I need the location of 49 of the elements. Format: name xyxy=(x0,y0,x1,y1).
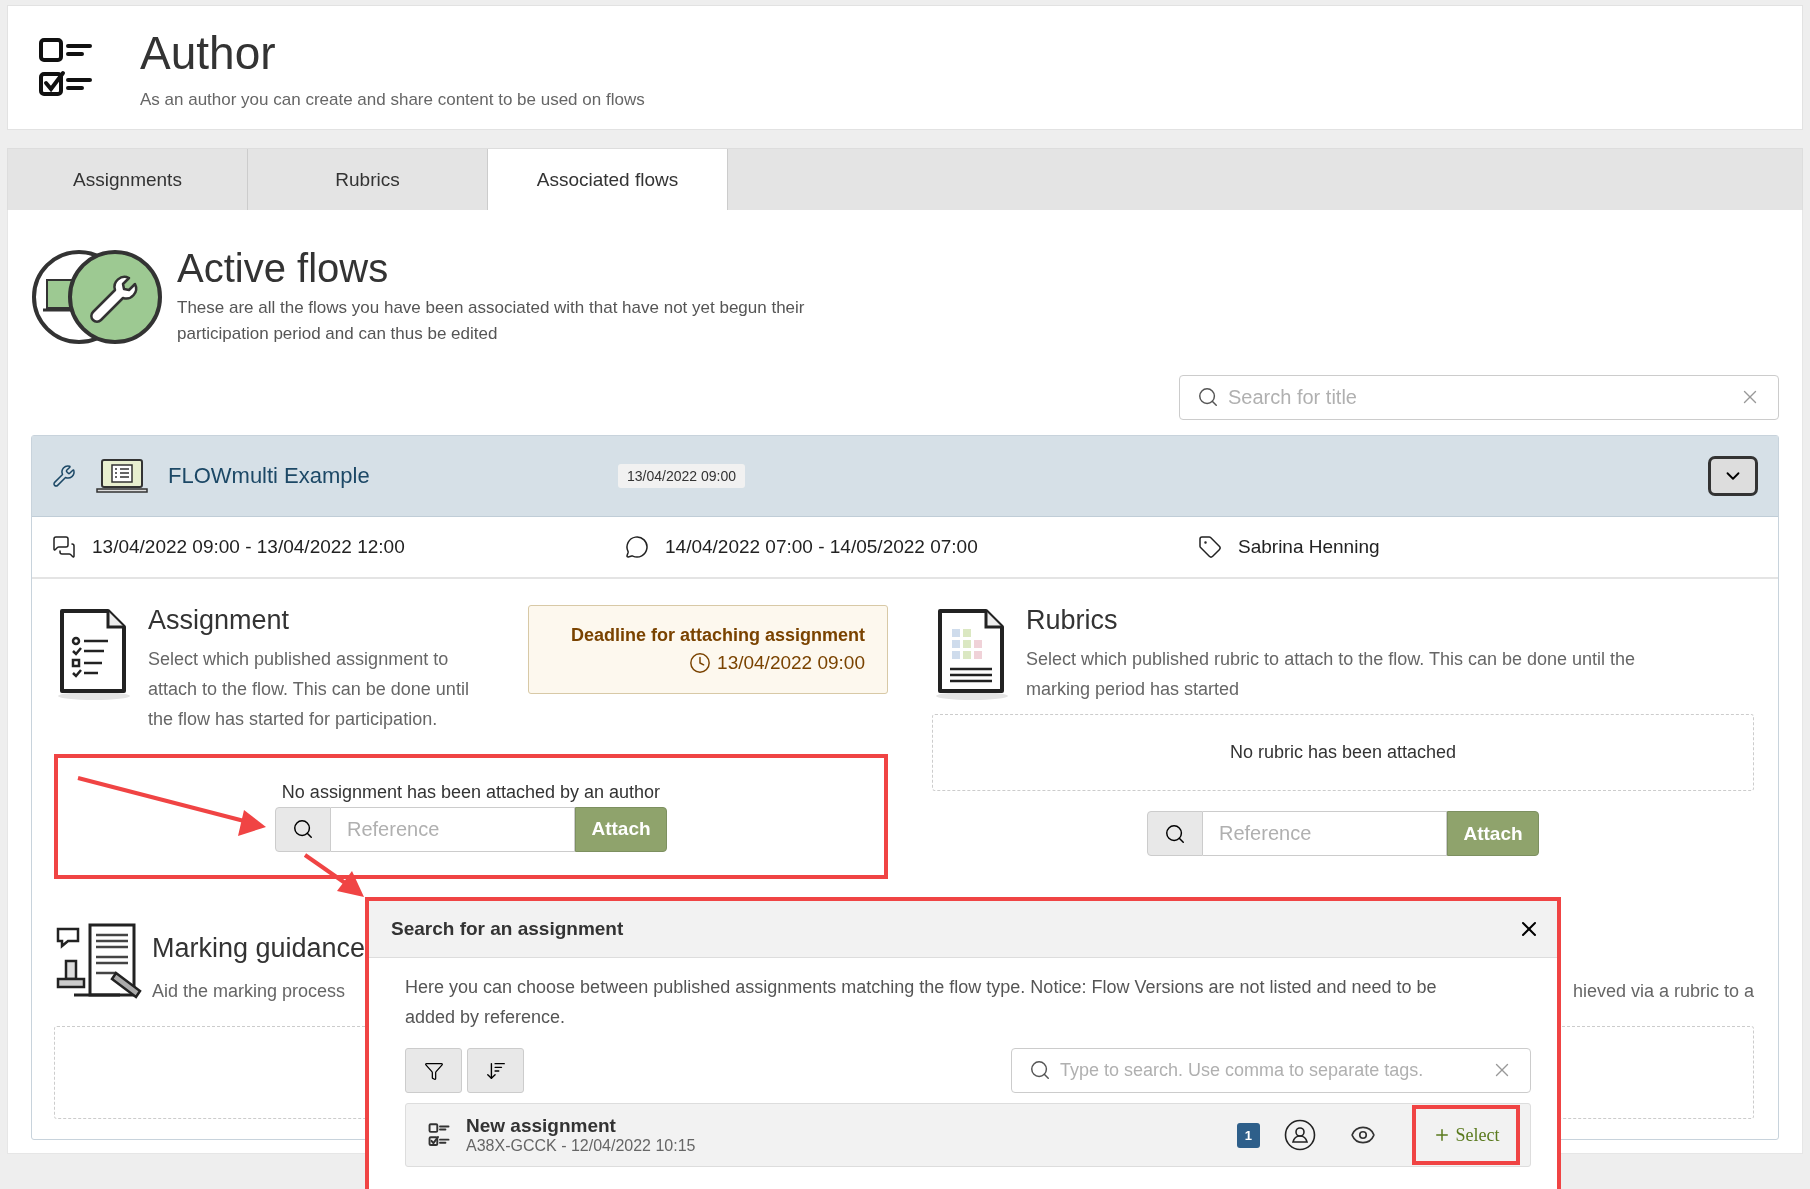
checklist-icon xyxy=(428,1123,452,1147)
search-button[interactable] xyxy=(1147,811,1203,856)
marking-title: Marking guidance xyxy=(152,933,367,964)
tab[interactable]: Associated flows xyxy=(488,149,728,210)
rubrics-description: Select which published rubric to attach to the flow. This can be done until the marking period has started xyxy=(1026,648,1637,701)
reference-field[interactable]: Reference xyxy=(1203,811,1447,856)
section-title: Active flows xyxy=(177,246,390,291)
speech-bubble-icon xyxy=(625,535,649,559)
dialog-title: Search for an assignment xyxy=(391,918,624,940)
chat-icon xyxy=(52,535,76,559)
search-field[interactable]: Type to search. Use comma to separate tags. xyxy=(1011,1048,1531,1093)
assignment-title: Assignment xyxy=(148,605,291,636)
laptop-wrench-icon xyxy=(31,247,163,346)
info-text: 13/04/2022 09:00 - 13/04/2022 12:00 xyxy=(92,536,405,558)
empty-message: No assignment has been attached by an author xyxy=(281,781,661,803)
reference-field[interactable]: Reference xyxy=(331,806,575,852)
sort-button[interactable] xyxy=(467,1048,524,1093)
assignment-name: New assignment xyxy=(466,1115,617,1137)
flow-title: FLOWmulti Example xyxy=(168,463,371,489)
marking-description: Aid the marking process xyxy=(152,980,346,1003)
page-subtitle: As an author you can create and share content to be used on flows xyxy=(140,89,645,110)
clock-icon xyxy=(689,652,712,674)
wrench-icon xyxy=(52,464,76,488)
empty-message: No rubric has been attached xyxy=(1229,742,1457,763)
rubrics-title: Rubrics xyxy=(1026,605,1119,636)
marking-description: hieved via a rubric to a xyxy=(1572,980,1754,1003)
expand-button[interactable] xyxy=(1708,456,1758,496)
dialog-description: Here you can choose between published assignments matching the flow type. Notice: Flow Versions are not listed and need to be added by reference. xyxy=(405,976,1438,1029)
page-title: Author xyxy=(140,25,277,80)
count-badge: 1 xyxy=(1236,1122,1260,1148)
search-button[interactable] xyxy=(275,806,331,852)
filter-button[interactable] xyxy=(405,1048,462,1093)
filter-icon xyxy=(423,1060,444,1081)
search-field[interactable]: Search for title xyxy=(1179,375,1779,420)
info-text: 14/04/2022 07:00 - 14/05/2022 07:00 xyxy=(665,536,978,558)
tag-icon xyxy=(1198,535,1222,559)
select-button[interactable]: Select xyxy=(1412,1105,1520,1165)
deadline-label: Deadline for attaching assignment xyxy=(570,625,865,646)
assignment-description: Select which published assignment to attach to the flow. This can be done until the flow has started for participation. xyxy=(148,648,470,731)
info-text: Sabrina Henning xyxy=(1238,536,1380,558)
search-icon xyxy=(1164,822,1186,845)
laptop-icon xyxy=(96,458,148,494)
assignment-row[interactable]: New assignment A38X-GCCK - 12/04/2022 10:15 1 Select xyxy=(405,1103,1531,1167)
user-icon[interactable] xyxy=(1284,1119,1316,1151)
section-description: These are all the flows you have been associated with that have not yet begun their participation period and can thus be edited xyxy=(177,297,806,345)
assignment-meta: A38X-GCCK - 12/04/2022 10:15 xyxy=(466,1137,696,1155)
date-badge: 13/04/2022 09:00 xyxy=(618,464,745,488)
deadline-date: 13/04/2022 09:00 xyxy=(717,652,865,674)
search-icon xyxy=(292,818,314,840)
